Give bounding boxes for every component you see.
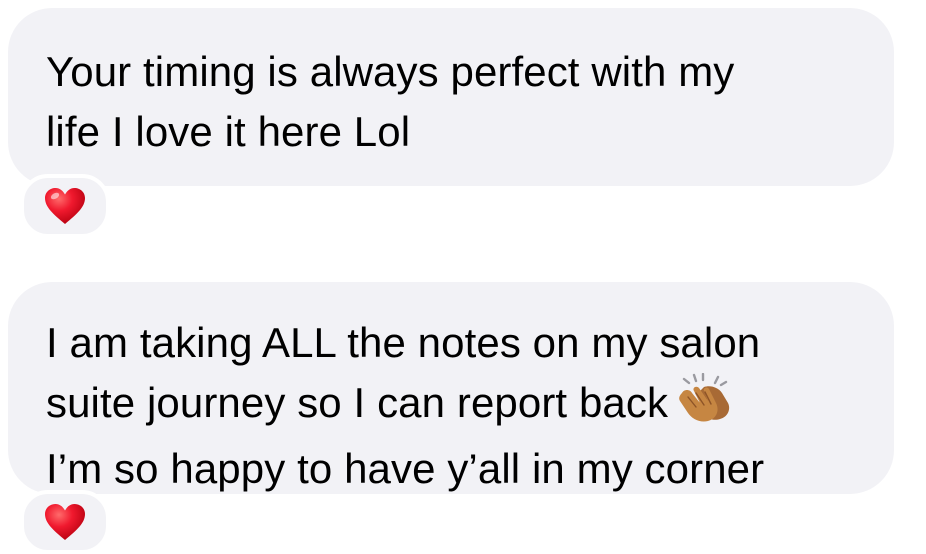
message-bubble[interactable]: Your timing is always perfect with my li…	[8, 8, 894, 186]
reaction-badge[interactable]	[20, 490, 110, 554]
message-text-line-with-emoji: suite journey so I can report back	[46, 372, 874, 439]
message-text-line: Your timing is always perfect with my	[46, 48, 735, 95]
clapping-hands-icon	[674, 372, 732, 439]
heart-icon	[45, 188, 85, 224]
message-text-line: I am taking ALL the notes on my salon	[46, 319, 761, 366]
message-text-line: I’m so happy to have y’all in my corner	[46, 445, 765, 492]
message-bubble[interactable]: I am taking ALL the notes on my salon su…	[8, 282, 894, 494]
message-text-segment: suite journey so I can report back	[46, 379, 669, 426]
message-text-line: life I love it here Lol	[46, 108, 411, 155]
heart-icon	[45, 504, 85, 540]
reaction-badge[interactable]	[20, 174, 110, 238]
